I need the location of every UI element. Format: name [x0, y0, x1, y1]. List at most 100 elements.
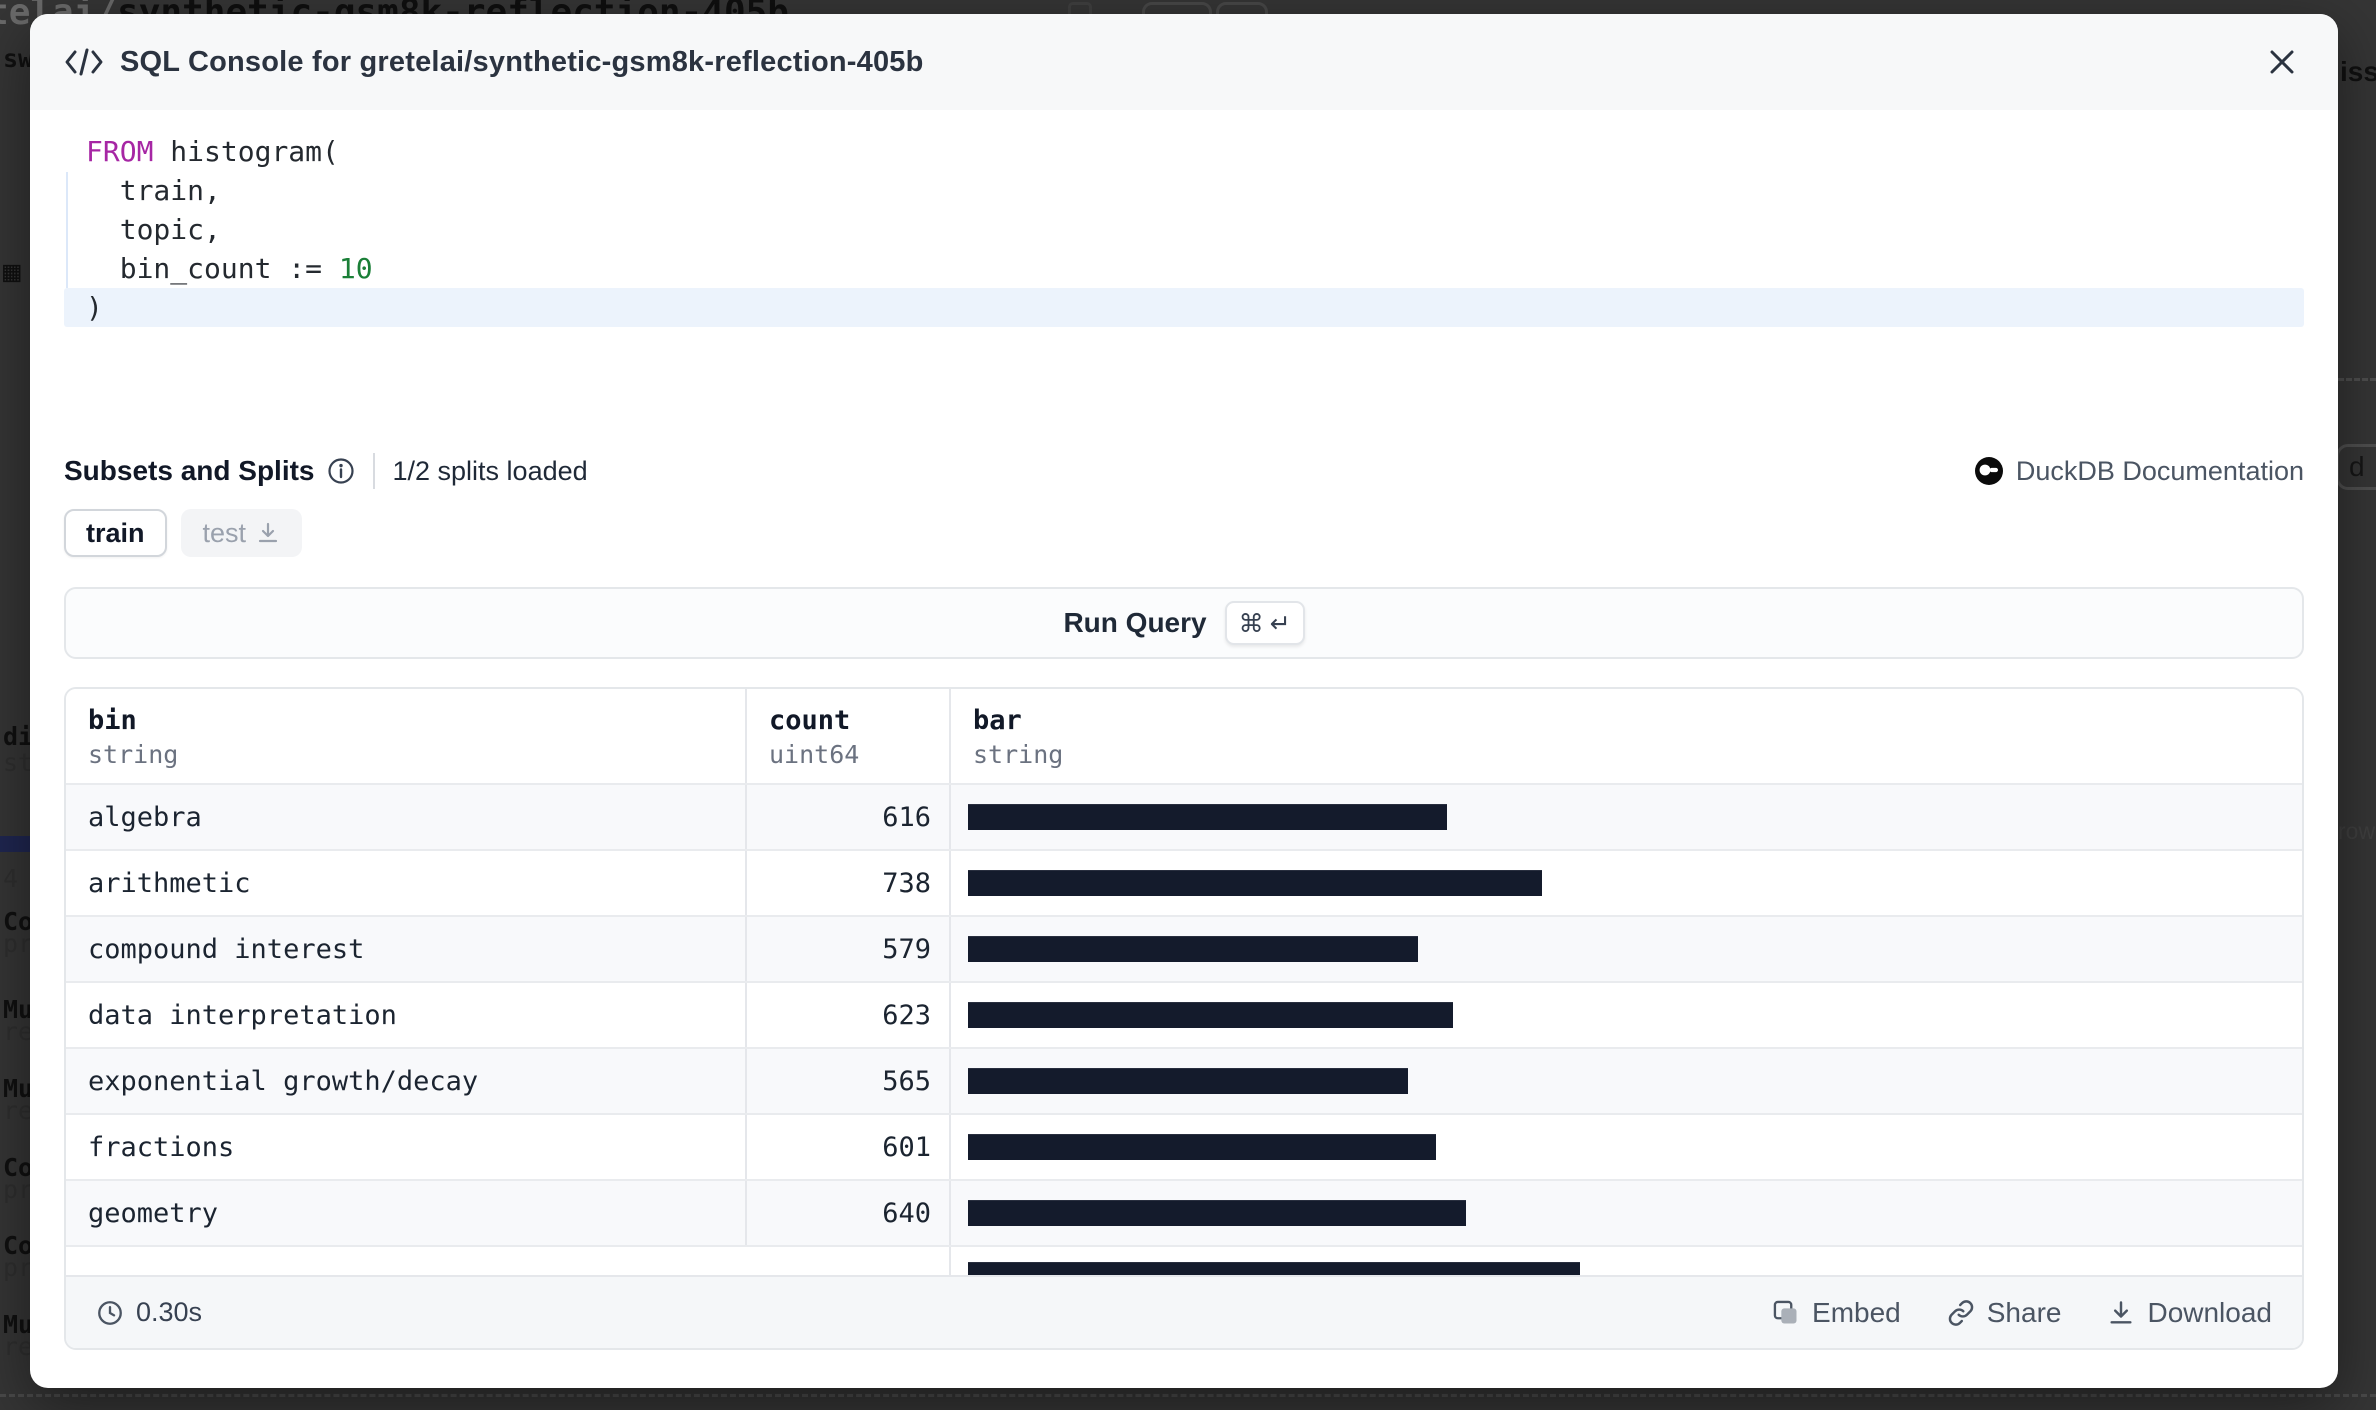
histogram-bar: [968, 804, 1447, 830]
download-label: Download: [2147, 1297, 2272, 1329]
splits-loaded-status: 1/2 splits loaded: [393, 456, 588, 487]
bg-selected-row-band: [0, 836, 30, 852]
splits-row: train test: [30, 509, 2338, 557]
embed-button[interactable]: Embed: [1772, 1297, 1901, 1329]
count-cell: 640: [745, 1181, 949, 1245]
bar-cell: [949, 1247, 2302, 1275]
bin-cell: data interpretation: [66, 983, 745, 1047]
run-query-label: Run Query: [1063, 607, 1206, 639]
info-icon[interactable]: [327, 457, 355, 485]
table-row: data interpretation 623: [66, 981, 2302, 1047]
table-row: algebra 616: [66, 783, 2302, 849]
split-button-test[interactable]: test: [181, 509, 303, 557]
histogram-bar: [968, 1262, 1580, 1275]
download-icon: [2107, 1299, 2135, 1327]
share-link-icon: [1947, 1299, 1975, 1327]
bar-cell: [949, 983, 2302, 1047]
count-cell: 565: [745, 1049, 949, 1113]
table-row: geometry 640: [66, 1179, 2302, 1245]
clock-icon: [96, 1299, 124, 1327]
table-row-partial: [66, 1245, 2302, 1275]
duration-label: 0.30s: [136, 1297, 202, 1328]
run-query-button[interactable]: Run Query ⌘ ↵: [64, 587, 2304, 659]
bin-cell: compound interest: [66, 917, 745, 981]
share-button[interactable]: Share: [1947, 1297, 2062, 1329]
footer-actions: Embed Share Download: [1772, 1297, 2272, 1329]
embed-label: Embed: [1812, 1297, 1901, 1329]
split-button-train[interactable]: train: [64, 509, 167, 557]
bar-cell: [949, 1049, 2302, 1113]
bg-fragment: sw: [3, 44, 33, 73]
duckdb-documentation-label: DuckDB Documentation: [2016, 456, 2304, 487]
embed-icon: [1772, 1299, 1800, 1327]
histogram-bar: [968, 1200, 1466, 1226]
download-button[interactable]: Download: [2107, 1297, 2272, 1329]
count-cell: 738: [745, 851, 949, 915]
column-type: string: [973, 740, 2302, 769]
duckdb-documentation-link[interactable]: DuckDB Documentation: [1974, 456, 2304, 487]
code-line: bin_count := 10: [64, 249, 2304, 288]
share-label: Share: [1987, 1297, 2062, 1329]
duckdb-logo-icon: [1974, 456, 2004, 486]
keyboard-shortcut-chip: ⌘ ↵: [1225, 601, 1305, 645]
sql-console-modal: SQL Console for gretelai/synthetic-gsm8k…: [30, 14, 2338, 1388]
enter-key: ↵: [1270, 609, 1291, 638]
table-body: algebra 616 arithmetic 738 compound inte…: [66, 783, 2302, 1275]
histogram-bar: [968, 1068, 1408, 1094]
bin-cell: exponential growth/decay: [66, 1049, 745, 1113]
histogram-bar: [968, 936, 1418, 962]
histogram-bar: [968, 1134, 1436, 1160]
histogram-bar: [968, 1002, 1453, 1028]
bg-fragment-text: d: [2349, 451, 2365, 483]
table-row: compound interest 579: [66, 915, 2302, 981]
subsets-and-splits-row: Subsets and Splits 1/2 splits loaded Duc…: [30, 453, 2338, 489]
query-duration: 0.30s: [96, 1297, 202, 1328]
results-footer: 0.30s Embed Share: [66, 1275, 2302, 1348]
bin-cell: arithmetic: [66, 851, 745, 915]
count-cell: 579: [745, 917, 949, 981]
sql-editor[interactable]: FROM histogram( train, topic, bin_count …: [30, 110, 2338, 335]
column-header-bar: bar string: [949, 689, 2302, 783]
code-line: ): [64, 288, 2304, 327]
query-results: bin string count uint64 bar string algeb…: [64, 687, 2304, 1350]
count-cell: 601: [745, 1115, 949, 1179]
cmd-key: ⌘: [1239, 609, 1264, 638]
table-row: arithmetic 738: [66, 849, 2302, 915]
code-line: train,: [64, 171, 2304, 210]
code-icon: [64, 47, 104, 77]
bar-cell: [949, 1115, 2302, 1179]
count-cell: 623: [745, 983, 949, 1047]
download-icon: [256, 521, 280, 545]
column-type: uint64: [769, 740, 949, 769]
split-test-label: test: [203, 518, 247, 549]
bin-cell: algebra: [66, 785, 745, 849]
histogram-bar: [968, 870, 1542, 896]
bg-fragment: issa: [2340, 56, 2376, 88]
bar-cell: [949, 851, 2302, 915]
bg-dashed-divider: [0, 1394, 2376, 1397]
modal-title: SQL Console for gretelai/synthetic-gsm8k…: [120, 46, 924, 79]
column-type: string: [88, 740, 745, 769]
table-row: exponential growth/decay 565: [66, 1047, 2302, 1113]
bin-cell: fractions: [66, 1115, 745, 1179]
column-name: bar: [973, 705, 2302, 736]
editor-indent-guide: [66, 172, 68, 288]
modal-header: SQL Console for gretelai/synthetic-gsm8k…: [30, 14, 2338, 110]
table-header: bin string count uint64 bar string: [66, 689, 2302, 783]
table-row: fractions 601: [66, 1113, 2302, 1179]
code-line: topic,: [64, 210, 2304, 249]
bar-cell: [949, 917, 2302, 981]
column-name: count: [769, 705, 949, 736]
close-icon[interactable]: [2260, 40, 2304, 84]
bg-button-fragment: d: [2336, 444, 2376, 490]
bg-dashed-row: [2338, 378, 2376, 381]
column-header-count: count uint64: [745, 689, 949, 783]
bar-cell: [949, 1181, 2302, 1245]
subsets-title: Subsets and Splits: [64, 455, 315, 487]
bin-cell: geometry: [66, 1181, 745, 1245]
column-name: bin: [88, 705, 745, 736]
code-line: FROM histogram(: [64, 132, 2304, 171]
bar-cell: [949, 785, 2302, 849]
count-cell: 616: [745, 785, 949, 849]
column-header-bin: bin string: [66, 689, 745, 783]
